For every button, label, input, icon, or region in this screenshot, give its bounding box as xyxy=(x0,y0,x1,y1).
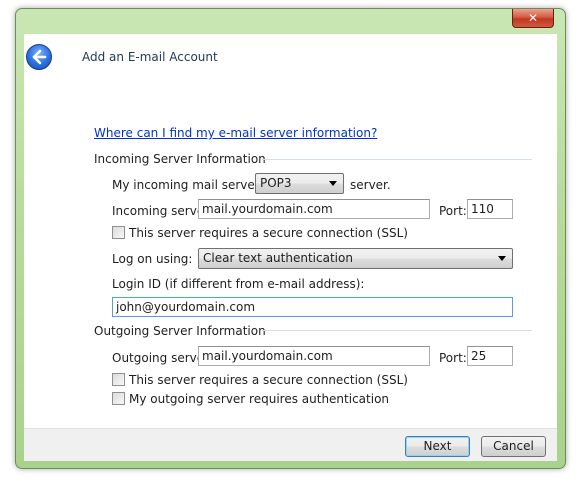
back-arrow-icon[interactable] xyxy=(26,44,52,70)
outgoing-server-input[interactable]: mail.yourdomain.com xyxy=(198,346,430,366)
login-id-input[interactable]: john@yourdomain.com xyxy=(112,297,513,317)
outgoing-group-label: Outgoing Server Information xyxy=(94,324,266,338)
dialog-header: Add an E-mail Account xyxy=(24,34,557,98)
dialog-title: Add an E-mail Account xyxy=(82,50,218,64)
next-button[interactable]: Next xyxy=(405,436,470,457)
outgoing-port-input[interactable]: 25 xyxy=(467,346,513,366)
outgoing-auth-label: My outgoing server requires authenticati… xyxy=(129,392,390,406)
incoming-ssl-checkbox[interactable] xyxy=(112,226,125,239)
outgoing-group-divider xyxy=(262,330,532,331)
chevron-down-icon xyxy=(498,256,506,261)
outgoing-auth-checkbox[interactable] xyxy=(112,392,125,405)
logon-label: Log on using: xyxy=(112,252,193,266)
server-type-suffix: server. xyxy=(350,178,391,192)
login-id-label: Login ID (if different from e-mail addre… xyxy=(112,277,365,291)
server-info-help-link[interactable]: Where can I find my e-mail server inform… xyxy=(94,126,377,140)
incoming-port-label: Port: xyxy=(439,204,467,218)
server-type-select[interactable]: POP3 xyxy=(255,173,344,194)
close-icon: ✕ xyxy=(527,11,539,25)
incoming-group-label: Incoming Server Information xyxy=(94,152,266,166)
outgoing-ssl-label: This server requires a secure connection… xyxy=(129,373,408,387)
outgoing-ssl-checkbox[interactable] xyxy=(112,373,125,386)
outgoing-port-label: Port: xyxy=(439,351,467,365)
dialog-window: ✕ Add an E-mail Account Where can I find… xyxy=(15,8,566,469)
incoming-ssl-label: This server requires a secure connection… xyxy=(129,226,408,240)
dialog-content: Where can I find my e-mail server inform… xyxy=(24,98,557,428)
incoming-server-input[interactable]: mail.yourdomain.com xyxy=(198,199,430,219)
close-button[interactable]: ✕ xyxy=(512,9,554,28)
logon-method-select[interactable]: Clear text authentication xyxy=(198,248,513,269)
incoming-group-divider xyxy=(262,159,532,160)
chevron-down-icon xyxy=(329,181,337,186)
dialog-footer: Next Cancel xyxy=(24,428,557,461)
logon-method-value: Clear text authentication xyxy=(203,251,353,265)
cancel-button[interactable]: Cancel xyxy=(481,436,546,457)
server-type-value: POP3 xyxy=(260,176,292,190)
incoming-port-input[interactable]: 110 xyxy=(467,199,513,219)
